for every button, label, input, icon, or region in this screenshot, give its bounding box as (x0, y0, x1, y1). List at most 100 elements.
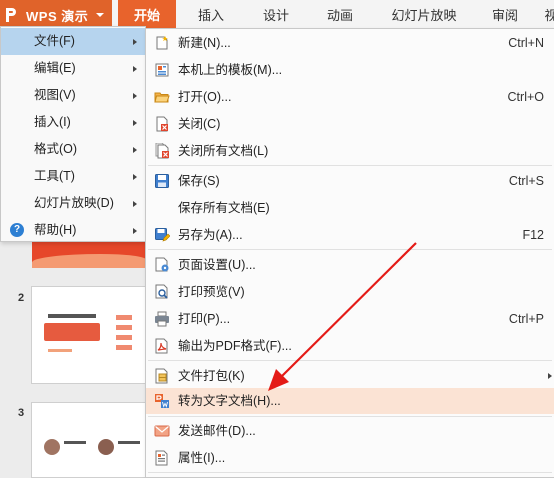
menu-item-save-as[interactable]: 另存为(A)... F12 (146, 222, 554, 248)
thumb-avatar (44, 439, 60, 455)
tab-insert[interactable]: 插入 (176, 0, 246, 30)
menu-separator (148, 249, 552, 250)
menu-item-label: 工具(T) (34, 169, 75, 183)
menu-item-print[interactable]: 打印(P)... Ctrl+P (146, 306, 554, 332)
thumb-bar (116, 345, 132, 350)
menu-item-label: 格式(O) (34, 142, 78, 156)
menu-item-template[interactable]: 本机上的模板(M)... (146, 57, 554, 83)
submenu-arrow-icon (133, 93, 137, 99)
template-icon (155, 63, 169, 77)
tab-design[interactable]: 设计 (246, 0, 306, 30)
menu-item-print-preview[interactable]: 打印预览(V) (146, 279, 554, 305)
menu-item-save-all[interactable]: 保存所有文档(E) (146, 195, 554, 221)
menu-item-help[interactable]: ? 帮助(H) (1, 217, 145, 244)
submenu-arrow-icon (133, 174, 137, 180)
thumb-bar (116, 315, 132, 320)
menu-item-label: 保存所有文档(E) (178, 201, 270, 215)
slide-wave-decoration (32, 254, 146, 268)
menu-item-label: 输出为PDF格式(F)... (178, 339, 292, 353)
submenu-arrow-icon (133, 66, 137, 72)
close-all-icon (155, 143, 169, 159)
slide-3-thumbnail[interactable] (31, 402, 147, 478)
properties-icon (155, 450, 168, 466)
menu-item-edit[interactable]: 编辑(E) (1, 55, 145, 82)
printer-icon (155, 311, 169, 327)
thumb-avatar (98, 439, 114, 455)
menu-item-page-setup[interactable]: 页面设置(U)... (146, 252, 554, 278)
submenu-arrow-icon (133, 147, 137, 153)
app-title: WPS 演示 (26, 8, 89, 24)
thumb-heading (48, 314, 96, 318)
tab-view[interactable]: 视 (536, 0, 554, 30)
menu-item-label: 打印预览(V) (178, 285, 245, 299)
menu-separator (148, 416, 552, 417)
tab-review[interactable]: 审阅 (474, 0, 536, 30)
save-as-icon (155, 228, 170, 242)
save-icon (155, 174, 169, 188)
menu-item-close[interactable]: 关闭(C) (146, 111, 554, 137)
menu-item-label: 关闭(C) (178, 117, 221, 131)
slide-2-thumbnail[interactable] (31, 286, 147, 384)
submenu-arrow-icon (548, 373, 552, 379)
file-submenu: 新建(N)... Ctrl+N 本机上的模板(M)... 打开(O)... Ct… (145, 28, 554, 478)
caret-down-icon (96, 13, 105, 17)
thumb-red-box (44, 323, 100, 341)
menu-item-label: 页面设置(U)... (178, 258, 256, 272)
menu-item-label: 属性(I)... (178, 451, 226, 465)
menu-item-send-mail[interactable]: 发送邮件(D)... (146, 418, 554, 444)
print-preview-icon (155, 284, 168, 299)
menu-separator (148, 360, 552, 361)
menu-item-save[interactable]: 保存(S) Ctrl+S (146, 168, 554, 194)
menu-item-view[interactable]: 视图(V) (1, 82, 145, 109)
package-icon (155, 368, 168, 384)
open-folder-icon (154, 92, 170, 103)
menu-item-file[interactable]: 文件(F) (1, 28, 145, 55)
menu-item-label: 视图(V) (34, 88, 76, 102)
menu-item-label: 另存为(A)... (178, 228, 243, 242)
close-doc-icon (156, 116, 168, 132)
menu-item-label: 打开(O)... (178, 90, 232, 104)
thumb-line (118, 441, 140, 444)
menu-item-label: 编辑(E) (34, 61, 76, 75)
tab-animation[interactable]: 动画 (306, 0, 374, 30)
page-setup-icon (155, 257, 169, 272)
submenu-arrow-icon (133, 39, 137, 45)
thumb-line (48, 349, 72, 352)
slide-number: 2 (18, 292, 25, 304)
menu-separator (148, 165, 552, 166)
shortcut-label: Ctrl+N (508, 36, 544, 50)
menu-item-label: 关闭所有文档(L) (178, 144, 269, 158)
menu-item-insert[interactable]: 插入(I) (1, 109, 145, 136)
menu-item-label: 新建(N)... (178, 36, 231, 50)
menu-item-slideshow[interactable]: 幻灯片放映(D) (1, 190, 145, 217)
main-menu: 文件(F) 编辑(E) 视图(V) 插入(I) 格式(O) 工具(T) 幻灯片放… (0, 26, 146, 242)
menu-item-label: 发送邮件(D)... (178, 424, 256, 438)
menu-item-properties[interactable]: 属性(I)... (146, 445, 554, 471)
menu-item-open[interactable]: 打开(O)... Ctrl+O (146, 84, 554, 110)
menu-item-format[interactable]: 格式(O) (1, 136, 145, 163)
menu-item-label: 幻灯片放映(D) (34, 196, 114, 210)
menu-item-tools[interactable]: 工具(T) (1, 163, 145, 190)
submenu-arrow-icon (133, 228, 137, 234)
menu-item-label: 保存(S) (178, 174, 220, 188)
menu-item-close-all[interactable]: 关闭所有文档(L) (146, 138, 554, 164)
tab-slideshow[interactable]: 幻灯片放映 (374, 0, 474, 30)
menu-item-package[interactable]: 文件打包(K) (146, 363, 554, 389)
menu-item-new[interactable]: 新建(N)... Ctrl+N (146, 30, 554, 56)
mail-icon (154, 425, 170, 437)
thumb-line (64, 441, 86, 444)
menu-item-export-pdf[interactable]: 输出为PDF格式(F)... (146, 333, 554, 359)
menu-item-label: 帮助(H) (34, 223, 77, 237)
shortcut-label: Ctrl+O (507, 90, 544, 104)
menu-item-label: 本机上的模板(M)... (178, 63, 283, 77)
menu-item-label: 文件打包(K) (178, 369, 245, 383)
new-doc-icon (156, 36, 168, 50)
slide-number: 3 (18, 407, 25, 419)
wps-logo-icon (6, 7, 20, 23)
help-icon: ? (10, 223, 24, 237)
shortcut-label: F12 (522, 228, 544, 242)
submenu-arrow-icon (133, 120, 137, 126)
menu-item-convert-to-text-doc[interactable]: 转为文字文档(H)... (146, 388, 554, 414)
convert-word-icon (155, 394, 169, 408)
menu-item-label: 转为文字文档(H)... (178, 394, 281, 408)
